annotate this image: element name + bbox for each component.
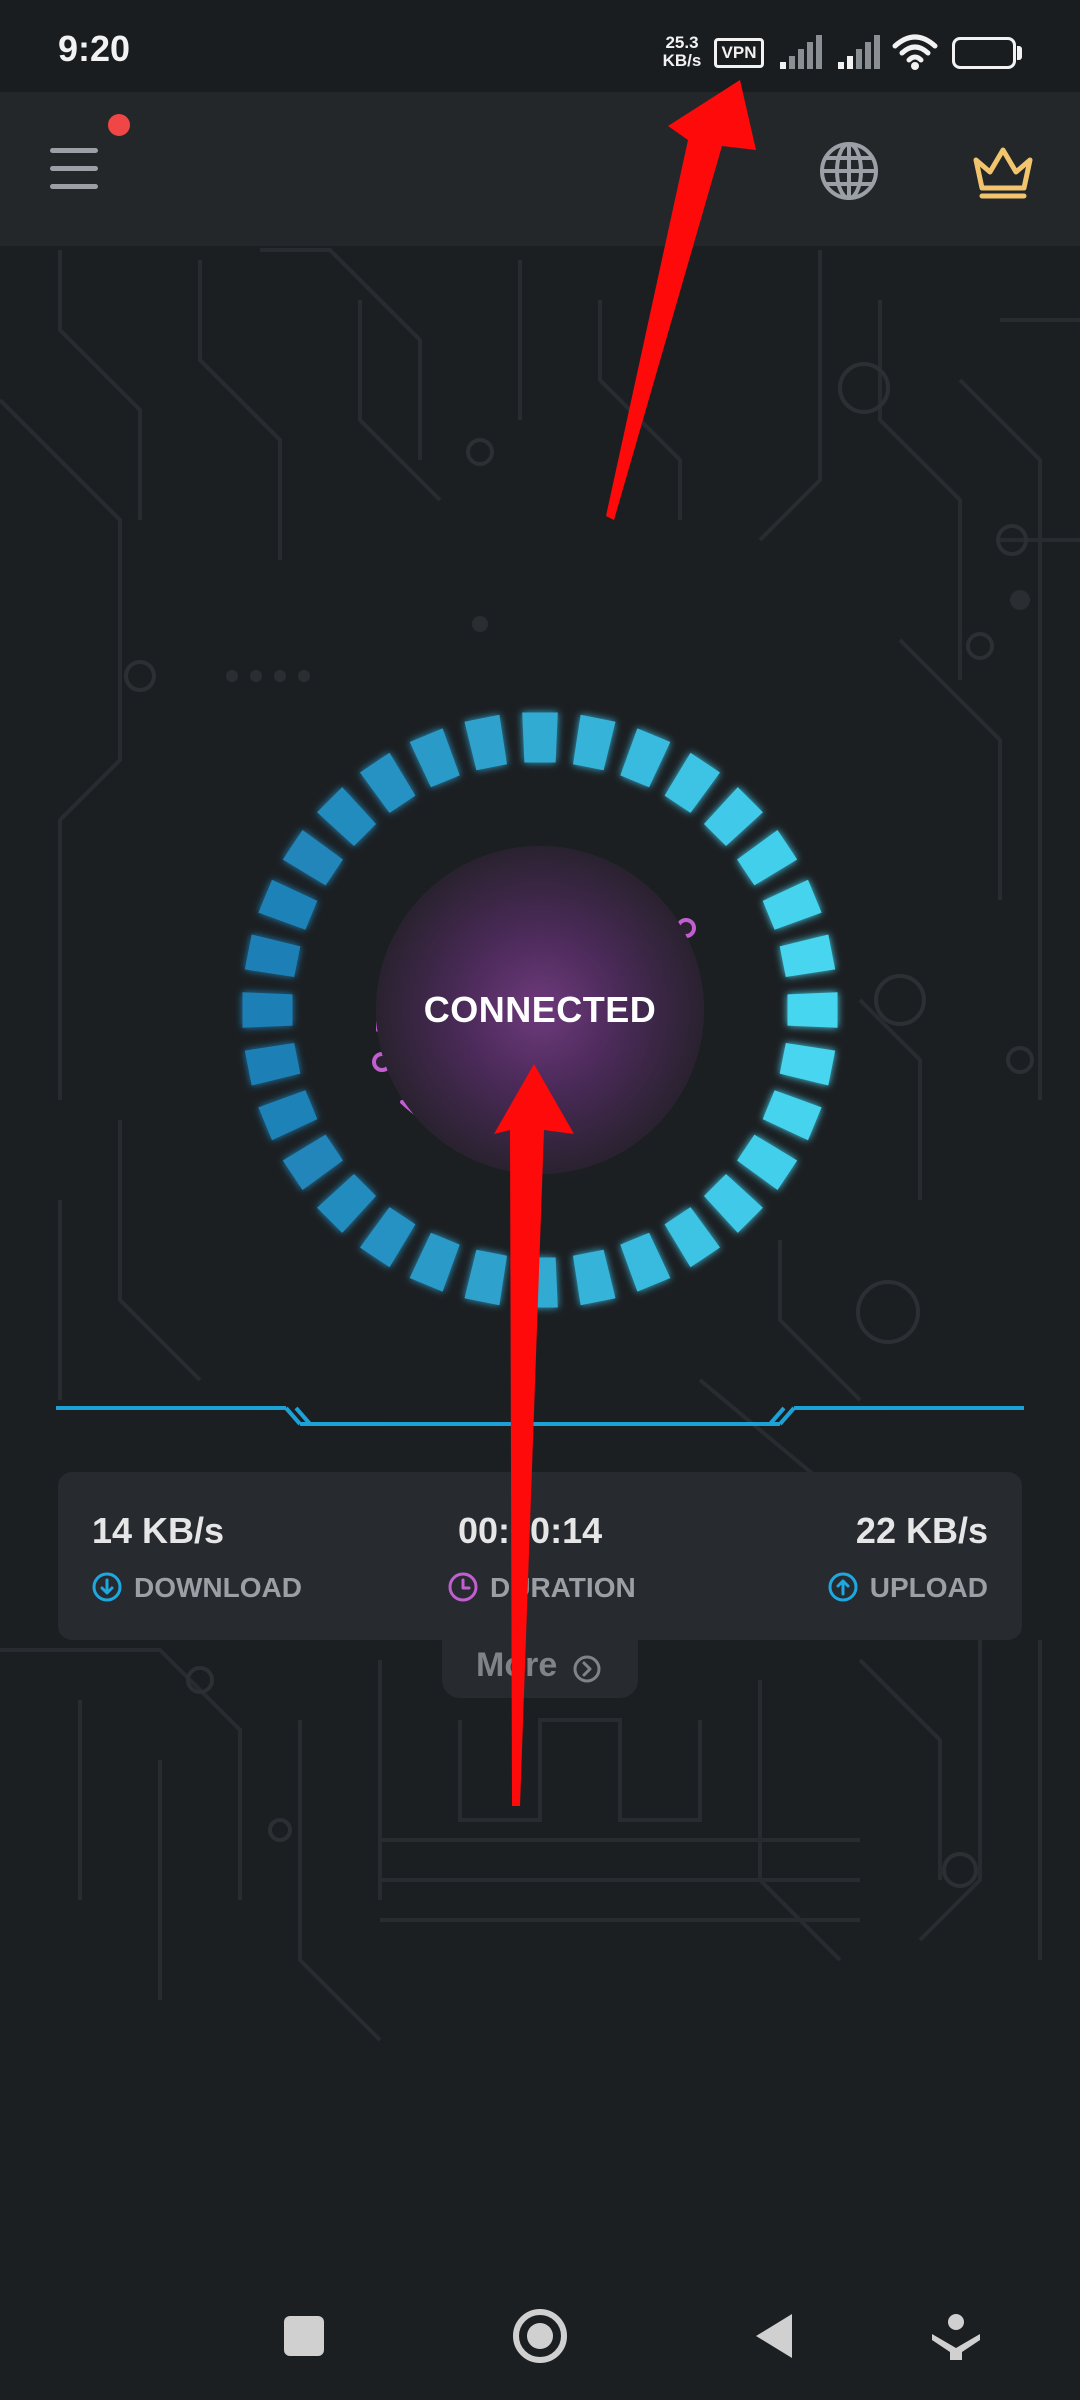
ring-segment [244,934,301,977]
download-value: 14 KB/s [92,1510,225,1551]
network-speed: 25.3 KB/s [658,34,706,70]
divider-line [56,1406,1024,1426]
ring-segment [522,712,558,763]
globe-icon[interactable] [818,140,880,202]
upload-label: UPLOAD [869,1572,988,1603]
ring-segment [409,1232,460,1292]
download-stat: 14 KB/s DOWNLOAD [58,1472,378,1640]
ring-segment [258,1090,318,1141]
notification-dot [108,114,130,136]
upload-icon [828,1572,858,1602]
back-triangle-icon[interactable] [736,2298,812,2374]
wifi-icon [892,34,938,70]
connection-status-label: CONNECTED [423,989,657,1030]
ring-segment [787,992,838,1028]
ring-segment [282,1134,343,1190]
battery-level: 63 [973,42,995,63]
ring-segment [242,992,293,1028]
download-label: DOWNLOAD [134,1572,302,1603]
ring-segment [573,1249,616,1306]
ring-segment [360,752,416,813]
ring-segment [779,934,836,977]
status-bar: 9:20 25.3 KB/s VPN 63 [0,0,1080,92]
navigation-bar [0,2270,1080,2400]
ring-segment [664,1207,720,1268]
ring-segment [244,1043,301,1086]
chevron-right-icon [573,1655,601,1683]
menu-bar [50,166,98,171]
clock-icon [448,1572,478,1602]
ring-segment [737,830,798,886]
ring-segment [664,752,720,813]
connect-button[interactable]: CONNECTED [376,846,704,1174]
ring-segment [762,1090,822,1141]
battery-tip [1017,46,1022,60]
menu-bar [50,148,98,153]
battery-icon: 63 [952,37,1016,69]
app-header [0,92,1080,246]
ring-segment [522,1257,558,1308]
crown-icon[interactable] [970,140,1036,202]
home-circle-icon[interactable] [502,2298,578,2374]
more-label: More [476,1646,558,1684]
menu-bar [50,184,98,189]
ring-segment [620,728,671,788]
download-icon [92,1572,122,1602]
ring-segment [464,1249,507,1306]
status-time: 9:20 [58,28,131,69]
recents-square-icon[interactable] [266,2298,342,2374]
network-speed-unit: KB/s [662,51,702,70]
cell-signal-2-icon [838,35,880,69]
vpn-badge: VPN [714,38,764,68]
ring-segment [464,714,507,771]
upload-stat: 22 KB/s UPLOAD [698,1472,1022,1640]
more-button[interactable]: More [442,1636,638,1698]
ring-segment [737,1134,798,1190]
ring-segment [282,830,343,886]
ring-segment [409,728,460,788]
ring-segment [573,714,616,771]
ring-segment [620,1232,671,1292]
ring-segment [258,879,318,930]
ring-segment [360,1207,416,1268]
ring-segment [779,1043,836,1086]
duration-value: 00:00:14 [458,1510,603,1551]
duration-stat: 00:00:14 DURATION [378,1472,698,1640]
menu-button[interactable] [44,146,106,196]
network-speed-value: 25.3 [665,33,699,52]
duration-label: DURATION [490,1572,636,1603]
assistant-icon[interactable] [918,2298,994,2374]
cell-signal-icon [780,35,822,69]
stats-panel: 14 KB/s DOWNLOAD 00:00:14 DURATION 22 KB… [58,1472,1022,1640]
ring-segment [762,879,822,930]
upload-value: 22 KB/s [855,1510,988,1551]
